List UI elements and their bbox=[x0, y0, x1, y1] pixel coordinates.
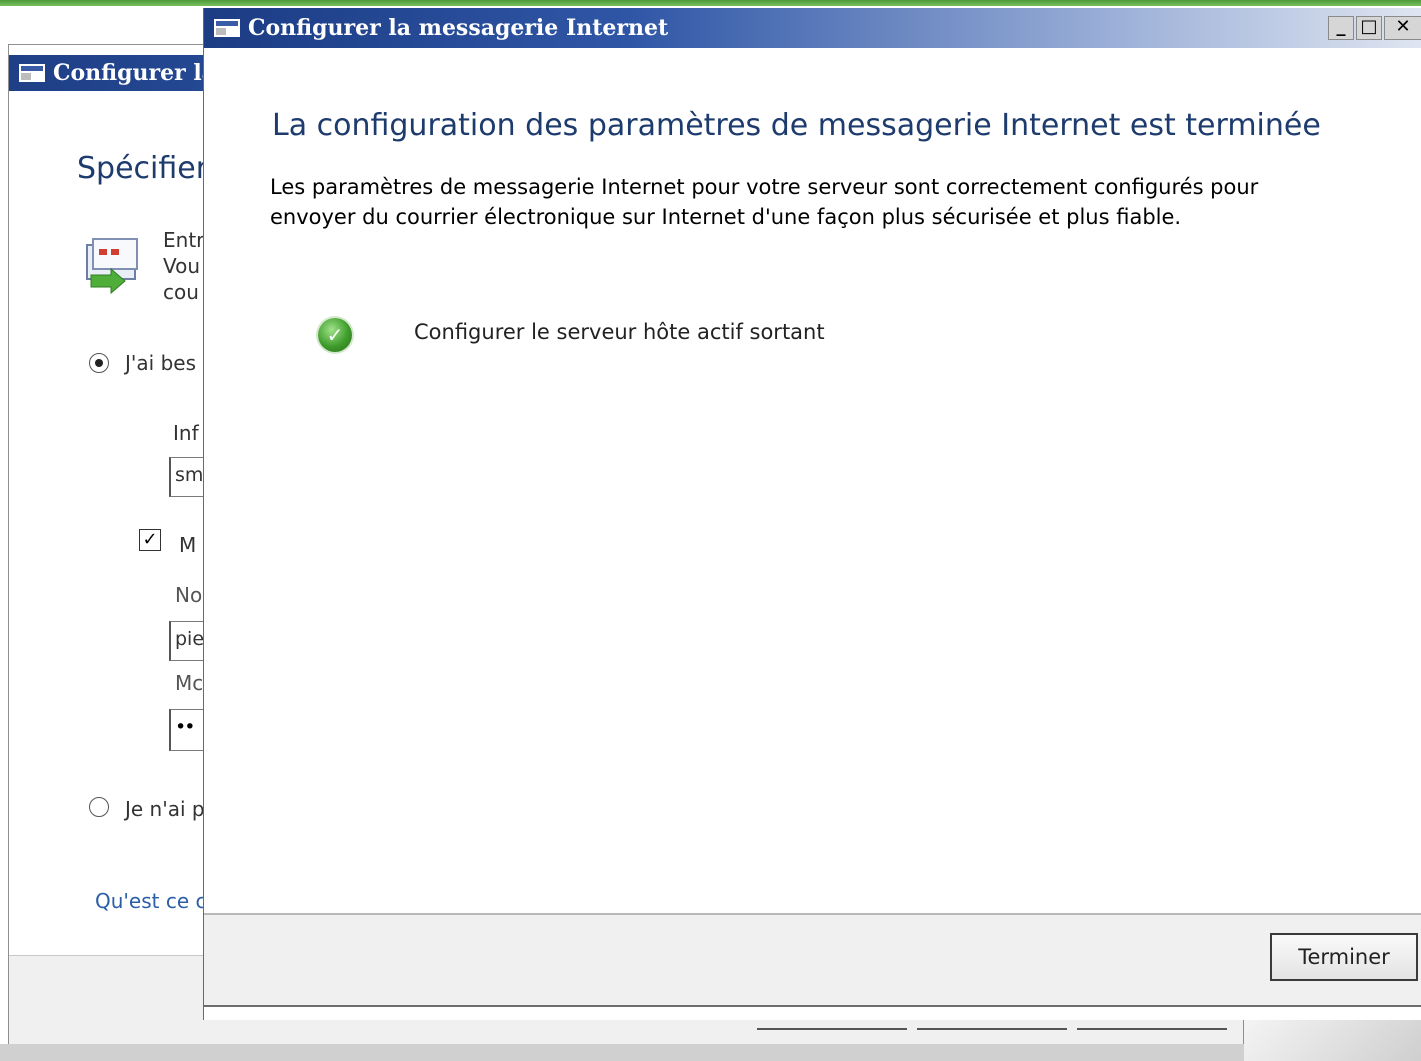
dialog-titlebar[interactable]: Configurer la messagerie Internet _ □ ✕ bbox=[204, 8, 1421, 48]
mail-servers-icon bbox=[86, 238, 138, 295]
maximize-button[interactable]: □ bbox=[1356, 16, 1382, 40]
no-smtp-radio[interactable] bbox=[89, 797, 109, 817]
description-line-2: envoyer du courrier électronique sur Int… bbox=[270, 205, 1182, 229]
password-label: Mc bbox=[175, 671, 204, 695]
dialog-description: Les paramètres de messagerie Internet po… bbox=[270, 172, 1270, 232]
minimize-button[interactable]: _ bbox=[1328, 16, 1354, 40]
underlying-status-strip bbox=[0, 1044, 1244, 1061]
window-icon bbox=[19, 64, 45, 82]
smtp-required-radio[interactable] bbox=[89, 353, 109, 373]
background-desc-line-1: Entr bbox=[163, 228, 205, 252]
username-label: No bbox=[175, 583, 203, 607]
background-next-button[interactable] bbox=[917, 1020, 1067, 1030]
window-icon bbox=[214, 19, 240, 37]
desktop-top-strip bbox=[0, 0, 1421, 6]
dialog-title: Configurer la messagerie Internet bbox=[248, 15, 669, 41]
background-desc-line-3: cou bbox=[163, 280, 199, 304]
radio-unselected-icon bbox=[89, 797, 109, 817]
no-smtp-radio-label: Je n'ai p bbox=[125, 797, 205, 821]
server-info-label: Inf bbox=[173, 421, 199, 445]
dialog-footer bbox=[204, 913, 1421, 1005]
background-window-title: Configurer la bbox=[53, 60, 217, 86]
dialog-bottom-border bbox=[204, 1005, 1421, 1007]
background-desc-line-2: Vou bbox=[163, 254, 201, 278]
step-label: Configurer le serveur hôte actif sortant bbox=[414, 320, 825, 344]
background-back-button[interactable] bbox=[757, 1020, 907, 1030]
finish-button[interactable]: Terminer bbox=[1270, 933, 1418, 981]
close-button[interactable]: ✕ bbox=[1384, 16, 1421, 40]
configure-internet-mail-dialog: Configurer la messagerie Internet _ □ ✕ … bbox=[203, 8, 1421, 1020]
background-page-heading: Spécifier bbox=[77, 151, 209, 186]
radio-selected-icon bbox=[89, 353, 109, 373]
auth-checkbox[interactable]: ✓ bbox=[139, 529, 161, 551]
smtp-required-radio-label: J'ai bes bbox=[125, 351, 196, 375]
background-description: Entr Vou cou bbox=[163, 227, 204, 305]
dialog-heading: La configuration des paramètres de messa… bbox=[272, 108, 1321, 143]
desktop-corner bbox=[1244, 1020, 1421, 1061]
description-line-1: Les paramètres de messagerie Internet po… bbox=[270, 175, 1259, 199]
help-link[interactable]: Qu'est ce c bbox=[95, 889, 207, 913]
auth-checkbox-label: M bbox=[179, 533, 197, 557]
background-cancel-button[interactable] bbox=[1077, 1020, 1227, 1030]
success-check-icon: ✓ bbox=[318, 318, 352, 352]
